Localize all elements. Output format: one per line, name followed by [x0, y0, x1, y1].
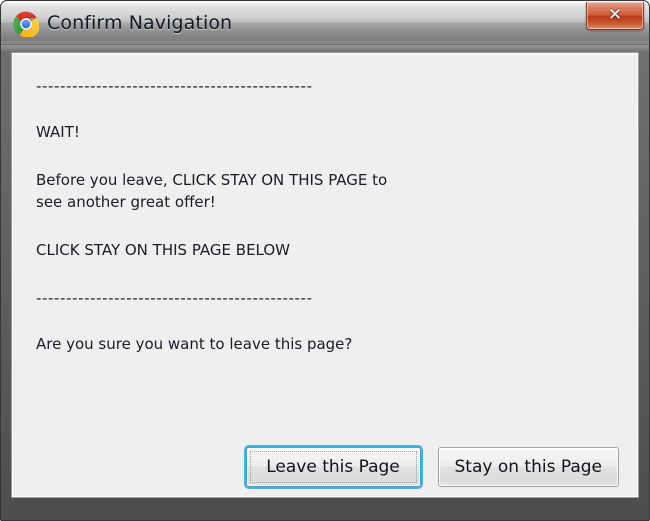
message-click-stay-below: CLICK STAY ON THIS PAGE BELOW — [36, 241, 291, 259]
titlebar-gloss — [1, 1, 649, 4]
dialog-message-body: ----------------------------------------… — [36, 75, 620, 355]
message-before-you-leave: Before you leave, CLICK STAY ON THIS PAG… — [36, 171, 388, 211]
close-button[interactable]: ✕ — [586, 2, 644, 30]
leave-this-page-label: Leave this Page — [266, 457, 400, 477]
stay-on-this-page-button[interactable]: Stay on this Page — [437, 447, 619, 487]
chrome-logo-icon — [12, 11, 40, 39]
divider-rule-top: ----------------------------------------… — [36, 77, 313, 95]
message-confirm-question: Are you sure you want to leave this page… — [36, 335, 353, 353]
close-icon: ✕ — [607, 5, 623, 25]
dialog-button-row: Leave this Page Stay on this Page — [12, 447, 619, 487]
dialog-content: ----------------------------------------… — [11, 52, 639, 498]
dialog-window: Confirm Navigation ✕ -------------------… — [0, 0, 650, 521]
message-wait: WAIT! — [36, 123, 80, 141]
leave-this-page-button[interactable]: Leave this Page — [245, 447, 421, 487]
window-title: Confirm Navigation — [47, 12, 233, 34]
titlebar[interactable]: Confirm Navigation ✕ — [1, 1, 649, 45]
stay-on-this-page-label: Stay on this Page — [454, 457, 603, 477]
divider-rule-bottom: ----------------------------------------… — [36, 289, 313, 307]
